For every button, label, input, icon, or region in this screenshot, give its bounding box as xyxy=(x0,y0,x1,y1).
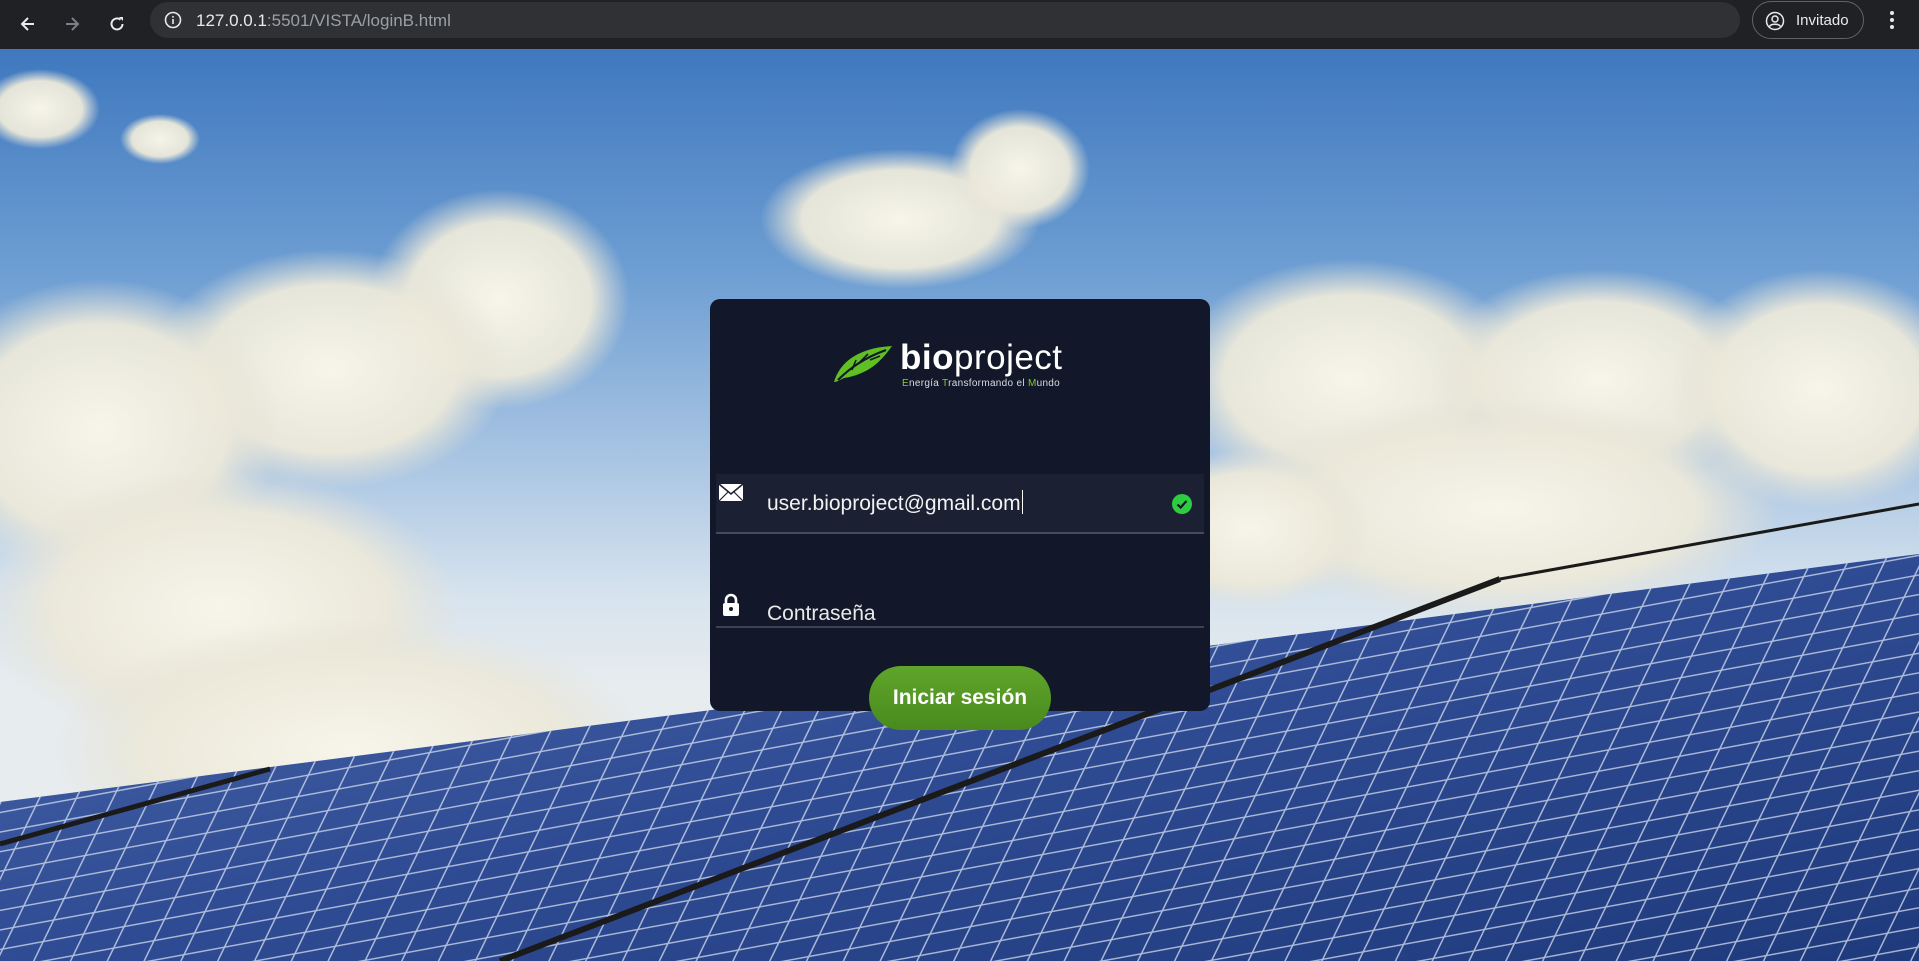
tagline-part1: nergía xyxy=(908,378,943,389)
leaf-logo-icon xyxy=(834,346,892,382)
valid-check-icon xyxy=(1172,494,1192,514)
tagline-e: E xyxy=(902,378,909,389)
envelope-icon xyxy=(718,483,744,502)
text-caret xyxy=(1021,490,1024,514)
browser-toolbar: 127.0.0.1:5501/VISTA/loginB.html Invitad… xyxy=(0,0,1919,49)
arrow-left-icon xyxy=(20,17,34,31)
tagline-m: M xyxy=(1027,378,1037,389)
page-viewport: bioproject Energía Transformando el Mund… xyxy=(0,49,1919,961)
reload-icon xyxy=(110,17,124,31)
tagline-part3: undo xyxy=(1036,378,1061,389)
url-host: 127.0.0.1 xyxy=(196,11,267,30)
login-button[interactable]: Iniciar sesión xyxy=(869,666,1051,730)
url-text: 127.0.0.1:5501/VISTA/loginB.html xyxy=(196,11,451,31)
bioproject-logo: bioproject Energía Transformando el Mund… xyxy=(830,336,1090,392)
email-field[interactable]: user.bioproject@gmail.com xyxy=(716,474,1204,534)
forward-button[interactable] xyxy=(56,8,88,40)
profile-icon xyxy=(1765,11,1785,31)
brand-tagline: Energía Transformando el Mundo xyxy=(902,378,1060,389)
brand-name: bioproject xyxy=(900,338,1063,378)
tagline-part2: ransformando el xyxy=(948,378,1028,389)
password-input[interactable]: Contraseña xyxy=(767,602,876,626)
brand-light: project xyxy=(953,338,1063,377)
more-vert-icon[interactable] xyxy=(1882,9,1902,31)
password-field[interactable]: Contraseña xyxy=(716,570,1204,628)
email-input[interactable]: user.bioproject@gmail.com xyxy=(767,490,1024,516)
profile-label: Invitado xyxy=(1796,12,1849,29)
email-value: user.bioproject@gmail.com xyxy=(767,492,1021,515)
arrow-right-icon xyxy=(66,17,80,31)
url-path: :5501/VISTA/loginB.html xyxy=(266,11,451,30)
login-card: bioproject Energía Transformando el Mund… xyxy=(710,299,1210,730)
lock-icon xyxy=(723,593,739,616)
profile-button[interactable]: Invitado xyxy=(1752,1,1864,39)
brand-bold: bio xyxy=(900,338,954,377)
address-bar[interactable]: 127.0.0.1:5501/VISTA/loginB.html xyxy=(150,2,1740,38)
reload-button[interactable] xyxy=(101,8,133,40)
site-info-icon[interactable] xyxy=(164,11,182,29)
back-button[interactable] xyxy=(12,8,44,40)
